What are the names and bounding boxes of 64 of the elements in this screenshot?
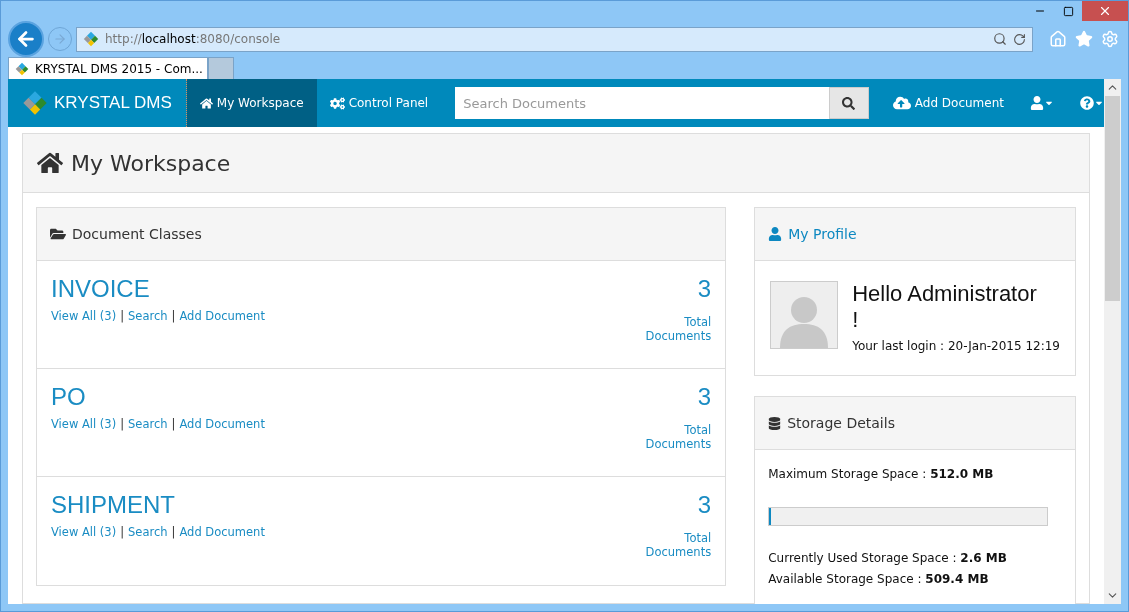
total-documents-label: Total Documents [644,531,712,559]
last-login: Your last login : 20-Jan-2015 12:19 [852,339,1060,353]
user-menu[interactable] [1030,96,1054,110]
link-separator: | [171,525,176,539]
help-menu[interactable] [1080,96,1104,110]
link-separator: | [171,417,176,431]
search-field[interactable]: Search Documents [455,87,829,119]
refresh-icon[interactable] [1013,32,1026,46]
greeting: Hello Administrator ! [852,281,1038,333]
document-count: 3 [696,491,712,519]
class-link[interactable]: View All (3) [51,525,117,539]
class-name[interactable]: PO [51,383,265,411]
nav-item[interactable]: Control Panel [316,79,442,127]
class-link[interactable]: View All (3) [51,417,117,431]
class-link[interactable]: Search [128,525,168,539]
class-name[interactable]: SHIPMENT [51,491,265,519]
total-documents-label: Total Documents [644,315,712,343]
class-name[interactable]: INVOICE [51,275,265,303]
total-documents-label: Total Documents [644,423,712,451]
logo-icon [15,61,29,76]
class-link[interactable]: Add Document [179,417,265,431]
cloud-upload-icon [892,94,911,112]
page-title: My Workspace [71,150,231,176]
search-button[interactable] [828,87,869,119]
logo-icon [83,31,99,47]
class-link[interactable]: View All (3) [51,309,117,323]
folder-icon [50,226,66,242]
close-icon [1098,4,1112,18]
panel-title: Storage Details [787,415,895,431]
user-icon [768,227,783,241]
class-link[interactable]: Add Document [179,309,265,323]
link-separator: | [120,417,125,431]
search-icon [842,96,856,110]
user-icon [1030,96,1044,110]
browser-tab[interactable]: KRYSTAL DMS 2015 - Com... [8,57,208,79]
class-link[interactable]: Add Document [179,525,265,539]
class-link[interactable]: Search [128,417,168,431]
search-icon[interactable] [993,32,1007,46]
link-separator: | [120,309,125,323]
nav-item[interactable]: My Workspace [186,79,317,127]
link-separator: | [171,309,176,323]
document-count: 3 [696,383,712,411]
panel-title[interactable]: My Profile [788,226,857,242]
home-icon [199,96,213,110]
maximize-icon [1062,5,1074,17]
maximum-storage: Maximum Storage Space : 512.0 MB [768,466,995,483]
panel-title: Document Classes [72,226,202,242]
used-storage: Currently Used Storage Space : 2.6 MB [768,550,1008,567]
add-document-button[interactable]: Add Document [892,94,1004,112]
logo-icon [22,90,48,116]
available-storage: Available Storage Space : 509.4 MB [768,571,990,588]
class-link[interactable]: Search [128,309,168,323]
scrollbar[interactable] [1104,79,1121,604]
back-button[interactable] [8,21,44,57]
link-separator: | [120,525,125,539]
brand[interactable]: KRYSTAL DMS [8,79,187,127]
home-icon [37,150,63,176]
address-bar[interactable]: http://localhost:8080/console [76,26,1033,52]
star-icon[interactable] [1075,30,1093,48]
help-icon [1080,96,1094,110]
document-count: 3 [696,275,712,303]
arrow-right-icon [53,32,67,46]
database-icon [768,416,782,430]
gears-icon [329,95,345,111]
